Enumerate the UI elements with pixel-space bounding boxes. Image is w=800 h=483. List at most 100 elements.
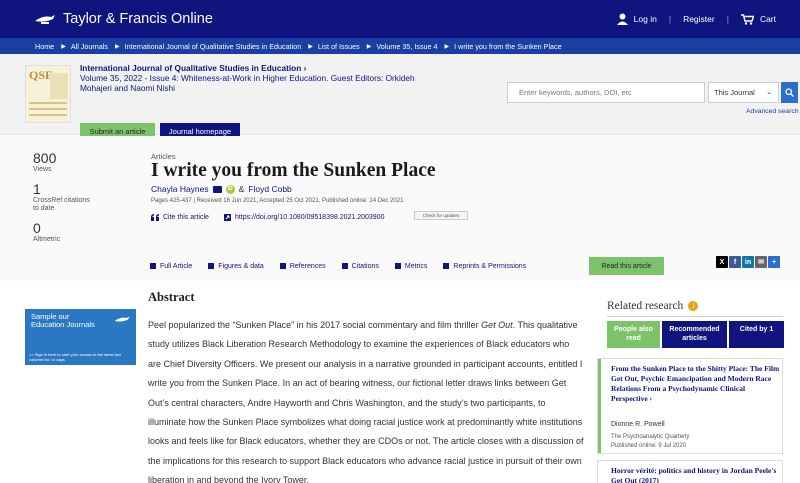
cite-label: Cite this article (163, 214, 209, 221)
authors: Chayla Haynes iD & Floyd Cobb (151, 184, 292, 194)
tab-label: Figures & data (218, 262, 264, 270)
related-article-author: Dionne R. Powell (611, 421, 665, 428)
x-icon[interactable]: X (716, 256, 728, 268)
bar-chart-icon (394, 263, 401, 269)
publication-history: Pages 425-437 | Received 16 Jun 2021, Ac… (151, 198, 404, 204)
login-link[interactable]: Log in (616, 13, 657, 25)
abstract-text-part: Peel popularized the “Sunken Place” in h… (148, 320, 482, 330)
related-article-card[interactable]: Horror vérité: politics and history in J… (597, 460, 783, 483)
top-bar: Taylor & Francis Online Log in | Registe… (0, 0, 800, 38)
related-research-heading: Related research i (607, 300, 699, 312)
card-accent (598, 359, 601, 453)
tab-label: Full Article (160, 262, 193, 270)
share-buttons: X f in ✉ + (716, 256, 780, 268)
breadcrumb-arrow-icon: ▶ (114, 43, 120, 50)
search-icon (785, 88, 794, 97)
search-input[interactable]: Enter keywords, authors, DOI, etc (507, 82, 705, 103)
doi-label: https://doi.org/10.1080/09518398.2021.20… (235, 214, 385, 221)
orcid-icon[interactable]: iD (225, 184, 235, 194)
breadcrumb-current: I write you from the Sunken Place (454, 41, 562, 51)
tab-figures-data[interactable]: Figures & data (208, 263, 264, 270)
article-title: I write you from the Sunken Place (151, 160, 436, 181)
email-icon[interactable]: ✉ (755, 256, 767, 268)
quote-icon (151, 214, 159, 221)
breadcrumb-issues[interactable]: List of Issues (318, 42, 360, 51)
cover-stripe (29, 102, 67, 104)
tab-reprints-permissions[interactable]: Reprints & Permissions (443, 263, 526, 270)
email-icon[interactable] (212, 185, 222, 193)
author-link[interactable]: Chayla Haynes (151, 184, 209, 194)
cover-stripe (29, 108, 67, 110)
advanced-search-link[interactable]: Advanced search (746, 108, 799, 115)
tab-recommended-articles[interactable]: Recommended articles (662, 321, 727, 348)
external-link-icon (224, 214, 231, 221)
related-article-journal: The Psychoanalytic Quarterly (611, 434, 690, 440)
lamp-logo-icon (35, 15, 55, 24)
brand-logo[interactable]: Taylor & Francis Online (33, 11, 213, 27)
altmetric-count[interactable]: 0 (33, 220, 93, 236)
tab-references[interactable]: References (279, 262, 326, 270)
search-scope-select[interactable]: This Journal ⌄ (708, 82, 779, 103)
brand-name: Taylor & Francis Online (63, 11, 213, 27)
cover-stripe (29, 114, 67, 116)
related-title-text: From the Sunken Place to the Shitty Plac… (611, 364, 780, 403)
info-icon[interactable]: i (688, 301, 699, 311)
breadcrumb-arrow-icon: ▶ (308, 43, 313, 50)
register-link[interactable]: Register (683, 14, 715, 24)
cart-link[interactable]: Cart (740, 13, 776, 25)
share-icon[interactable]: + (768, 256, 780, 268)
related-article-card[interactable]: From the Sunken Place to the Shitty Plac… (597, 358, 783, 454)
altmetric-label: Altmetric (33, 236, 61, 243)
book-icon (279, 263, 286, 269)
chevron-right-icon: › (649, 394, 653, 403)
tab-cited-by[interactable]: Cited by 1 (729, 321, 784, 348)
tab-label: Citations (351, 262, 379, 270)
tab-full-article[interactable]: Full Article (150, 263, 192, 270)
tab-label: References (289, 262, 326, 270)
article-tabs: Full Article Figures & data References C… (150, 257, 542, 275)
abstract-text: Peel popularized the “Sunken Place” in h… (148, 316, 584, 483)
breadcrumb-all-journals[interactable]: All Journals (71, 42, 108, 51)
document-icon (150, 263, 156, 269)
journal-info: International Journal of Qualitative Stu… (80, 63, 445, 93)
read-article-button[interactable]: Read this article (589, 257, 664, 275)
divider (607, 316, 783, 317)
article-metrics: 800 Views 1 CrossRef citations to date 0… (33, 150, 93, 251)
login-label: Log in (633, 14, 657, 24)
doi-link[interactable]: https://doi.org/10.1080/09518398.2021.20… (224, 214, 384, 221)
sample-journals-promo[interactable]: Sample our Education Journals >> Sign in… (25, 309, 136, 365)
divider: | (726, 14, 729, 24)
breadcrumb-home[interactable]: Home (35, 42, 54, 51)
journal-cover[interactable]: QSE (25, 65, 71, 123)
related-tabs: People also read Recommended articles Ci… (607, 321, 784, 348)
promo-heading: Sample our Education Journals (31, 312, 95, 329)
tab-metrics[interactable]: Metrics (394, 263, 427, 270)
issue-info[interactable]: Volume 35, 2022 - Issue 4: Whiteness-at-… (80, 73, 445, 93)
check-for-updates-badge[interactable]: Check for updates (414, 211, 468, 220)
account-nav: Log in | Register | Cart (616, 0, 776, 38)
promo-signin-text[interactable]: >> Sign in here to start your access to … (29, 352, 133, 362)
author-link[interactable]: Floyd Cobb (248, 184, 291, 194)
crossref-count[interactable]: 1 (33, 181, 93, 197)
related-article-title[interactable]: From the Sunken Place to the Shitty Plac… (611, 364, 781, 404)
journal-header: QSE International Journal of Qualitative… (0, 54, 800, 140)
cite-article-link[interactable]: Cite this article (151, 214, 209, 221)
user-icon (616, 13, 628, 25)
related-article-title[interactable]: Horror vérité: politics and history in J… (611, 466, 781, 483)
tab-people-also-read[interactable]: People also read (607, 321, 660, 348)
breadcrumb-issue[interactable]: Volume 35, Issue 4 (376, 42, 437, 51)
breadcrumb-arrow-icon: ▶ (444, 43, 450, 50)
breadcrumb-journal[interactable]: International Journal of Qualitative Stu… (125, 42, 302, 51)
register-label: Register (683, 14, 715, 24)
facebook-icon[interactable]: f (729, 256, 741, 268)
author-separator: & (238, 184, 245, 194)
related-heading-label: Related research (607, 300, 684, 312)
cart-label: Cart (759, 14, 776, 24)
quote-icon (341, 263, 348, 269)
linkedin-icon[interactable]: in (742, 256, 754, 268)
journal-title-arrow-icon: › (303, 63, 307, 73)
lamp-logo-icon (114, 316, 130, 322)
search-button[interactable] (781, 82, 798, 103)
journal-title[interactable]: International Journal of Qualitative Stu… (80, 63, 301, 73)
tab-citations[interactable]: Citations (341, 262, 379, 270)
